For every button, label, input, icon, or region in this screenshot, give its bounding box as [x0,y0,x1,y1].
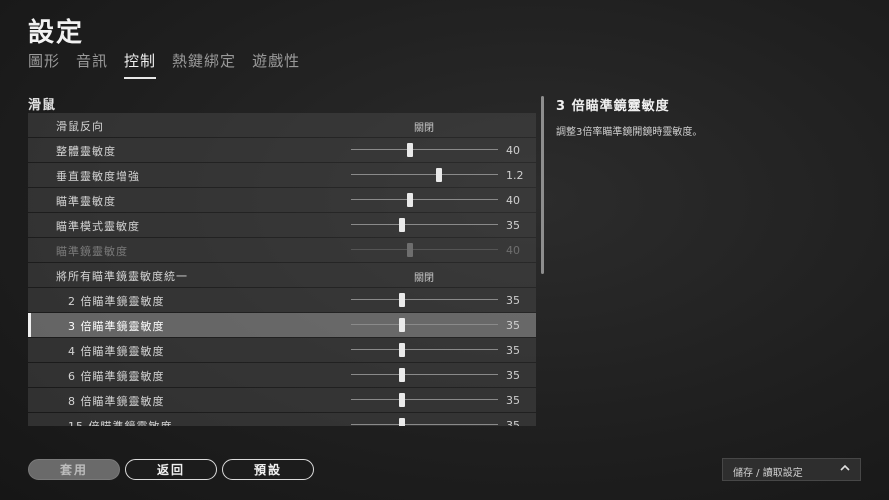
slider-value: 35 [506,219,520,232]
slider-value: 35 [506,394,520,407]
slider-value: 40 [506,194,520,207]
slider-thumb[interactable] [399,293,406,307]
default-button[interactable]: 預設 [222,459,314,480]
slider-thumb[interactable] [399,393,406,407]
slider-track[interactable] [351,218,498,232]
slider-thumb[interactable] [399,318,406,332]
slider-thumb [406,243,413,257]
setting-label: 瞄準靈敏度 [56,195,116,208]
save-load-settings-button[interactable]: 儲存 / 讀取設定 [722,458,861,481]
slider-thumb[interactable] [406,193,413,207]
setting-row[interactable]: 3 倍瞄準鏡靈敏度 35 [28,313,536,337]
setting-row[interactable]: 瞄準模式靈敏度 35 [28,213,536,237]
section-title-mouse: 滑鼠 [28,98,57,113]
setting-row[interactable]: 垂直靈敏度增強 1.2 [28,163,536,187]
setting-label: 6 倍瞄準鏡靈敏度 [68,370,165,383]
setting-row[interactable]: 2 倍瞄準鏡靈敏度 35 [28,288,536,312]
tab-audio[interactable]: 音訊 [76,50,108,79]
settings-scrollbar[interactable] [541,96,544,274]
tab-graphics[interactable]: 圖形 [28,50,60,79]
slider-thumb[interactable] [399,218,406,232]
slider-track[interactable] [351,318,498,332]
slider-value: 35 [506,319,520,332]
setting-row[interactable]: 4 倍瞄準鏡靈敏度 35 [28,338,536,362]
setting-row[interactable]: 將所有瞄準鏡靈敏度統一 關閉 [28,263,536,287]
setting-row[interactable]: 滑鼠反向 關閉 [28,113,536,137]
setting-label: 將所有瞄準鏡靈敏度統一 [56,270,188,283]
slider-value: 40 [506,144,520,157]
slider-value: 40 [506,244,520,257]
slider-thumb[interactable] [399,343,406,357]
slider-thumb[interactable] [436,168,443,182]
slider-track[interactable] [351,418,498,426]
slider-track[interactable] [351,293,498,307]
apply-button[interactable]: 套用 [28,459,120,480]
chevron-up-icon [840,464,850,471]
slider-value: 35 [506,344,520,357]
back-button[interactable]: 返回 [125,459,217,480]
slider-track[interactable] [351,168,498,182]
setting-row[interactable]: 6 倍瞄準鏡靈敏度 35 [28,363,536,387]
settings-list: 滑鼠反向 關閉 整體靈敏度 40 垂直靈敏度增強 1.2 瞄準靈敏度 40 瞄準模式靈敏度 35 瞄… [28,113,536,426]
setting-row[interactable]: 15 倍瞄準鏡靈敏度 35 [28,413,536,426]
slider-track[interactable] [351,193,498,207]
slider-track [351,243,498,257]
slider-value: 1.2 [506,169,524,182]
settings-tabs: 圖形 音訊 控制 熱鍵綁定 遊戲性 [28,50,316,79]
setting-label: 15 倍瞄準鏡靈敏度 [68,418,173,426]
setting-label: 2 倍瞄準鏡靈敏度 [68,295,165,308]
slider-track[interactable] [351,368,498,382]
description-text: 調整3倍率瞄準鏡開鏡時靈敏度。 [556,127,703,138]
setting-label: 瞄準模式靈敏度 [56,220,140,233]
slider-value: 35 [506,369,520,382]
setting-row[interactable]: 整體靈敏度 40 [28,138,536,162]
slider-thumb[interactable] [399,418,406,426]
slider-value: 35 [506,419,520,426]
setting-row: 瞄準鏡靈敏度 40 [28,238,536,262]
toggle-value[interactable]: 關閉 [414,119,434,134]
toggle-value[interactable]: 關閉 [414,269,434,284]
setting-label: 8 倍瞄準鏡靈敏度 [68,395,165,408]
slider-thumb[interactable] [406,143,413,157]
slider-track[interactable] [351,343,498,357]
tab-gameplay[interactable]: 遊戲性 [252,50,300,79]
setting-label: 整體靈敏度 [56,145,116,158]
page-title: 設定 [28,18,85,48]
setting-label: 3 倍瞄準鏡靈敏度 [68,320,165,333]
tab-controls[interactable]: 控制 [124,50,157,79]
setting-label: 垂直靈敏度增強 [56,170,140,183]
setting-label: 滑鼠反向 [56,120,104,133]
save-load-label: 儲存 / 讀取設定 [733,468,803,479]
setting-row[interactable]: 8 倍瞄準鏡靈敏度 35 [28,388,536,412]
setting-row[interactable]: 瞄準靈敏度 40 [28,188,536,212]
slider-thumb[interactable] [399,368,406,382]
description-title: 3 倍瞄準鏡靈敏度 [556,99,670,114]
setting-label: 瞄準鏡靈敏度 [56,245,128,258]
slider-track[interactable] [351,393,498,407]
tab-keybindings[interactable]: 熱鍵綁定 [172,50,236,79]
slider-track[interactable] [351,143,498,157]
slider-value: 35 [506,294,520,307]
setting-label: 4 倍瞄準鏡靈敏度 [68,345,165,358]
